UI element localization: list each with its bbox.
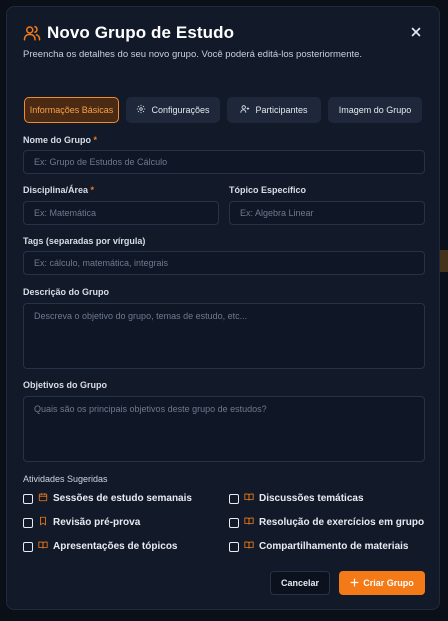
create-group-button[interactable]: Criar Grupo bbox=[339, 571, 425, 595]
cancel-button[interactable]: Cancelar bbox=[270, 571, 330, 595]
calendar-icon bbox=[38, 492, 48, 505]
activity-thematic-discussions[interactable]: Discussões temáticas bbox=[229, 492, 364, 505]
activity-group-exercises[interactable]: Resolução de exercícios em grupo bbox=[229, 516, 424, 529]
tab-bar: Informações Básicas Configurações Partic… bbox=[24, 97, 422, 123]
topic-input[interactable] bbox=[229, 201, 425, 225]
checkbox[interactable] bbox=[23, 517, 33, 528]
bookmark-icon bbox=[38, 516, 48, 529]
activity-label: Compartilhamento de materiais bbox=[259, 541, 409, 552]
activities-label: Atividades Sugeridas bbox=[23, 474, 108, 484]
activity-label: Resolução de exercícios em grupo bbox=[259, 517, 425, 528]
checkbox[interactable] bbox=[229, 517, 239, 528]
tab-participants-label: Participantes bbox=[255, 105, 308, 115]
activity-exam-review[interactable]: Revisão pré-prova bbox=[23, 516, 140, 529]
group-name-label-text: Nome do Grupo bbox=[23, 135, 91, 145]
discipline-label-text: Disciplina/Área bbox=[23, 185, 89, 195]
book-open-icon bbox=[244, 516, 254, 529]
required-mark: * bbox=[90, 185, 95, 195]
activity-label: Apresentações de tópicos bbox=[53, 541, 178, 552]
users-icon bbox=[23, 24, 41, 42]
plus-icon bbox=[350, 578, 359, 589]
activity-weekly-sessions[interactable]: Sessões de estudo semanais bbox=[23, 492, 192, 505]
book-open-icon bbox=[244, 540, 254, 553]
group-name-input[interactable] bbox=[23, 150, 425, 174]
tags-label: Tags (separadas por vírgula) bbox=[23, 236, 146, 246]
activity-label: Discussões temáticas bbox=[259, 493, 364, 504]
tab-settings[interactable]: Configurações bbox=[126, 97, 220, 123]
gear-icon bbox=[136, 104, 146, 116]
dialog-title: Novo Grupo de Estudo bbox=[47, 23, 235, 42]
description-textarea[interactable] bbox=[23, 303, 425, 369]
user-plus-icon bbox=[240, 104, 250, 116]
close-icon[interactable] bbox=[409, 25, 423, 39]
tab-basic-info[interactable]: Informações Básicas bbox=[24, 97, 119, 123]
discipline-label: Disciplina/Área * bbox=[23, 185, 94, 195]
activity-material-sharing[interactable]: Compartilhamento de materiais bbox=[229, 540, 408, 553]
title-row: Novo Grupo de Estudo bbox=[23, 23, 423, 43]
tab-group-image-label: Imagem do Grupo bbox=[338, 105, 412, 115]
objectives-textarea[interactable] bbox=[23, 396, 425, 462]
tab-participants[interactable]: Participantes bbox=[227, 97, 321, 123]
book-open-icon bbox=[38, 540, 48, 553]
tab-settings-label: Configurações bbox=[151, 105, 210, 115]
group-name-label: Nome do Grupo * bbox=[23, 135, 97, 145]
tab-group-image[interactable]: Imagem do Grupo bbox=[328, 97, 422, 123]
topic-label: Tópico Específico bbox=[229, 185, 307, 195]
dialog-header: Novo Grupo de Estudo Preencha os detalhe… bbox=[23, 23, 423, 60]
description-label: Descrição do Grupo bbox=[23, 287, 110, 297]
checkbox[interactable] bbox=[23, 541, 33, 552]
tab-basic-info-label: Informações Básicas bbox=[29, 105, 114, 115]
objectives-label: Objetivos do Grupo bbox=[23, 380, 108, 390]
required-mark: * bbox=[93, 135, 98, 145]
checkbox[interactable] bbox=[229, 541, 239, 552]
dialog-subtitle: Preencha os detalhes do seu novo grupo. … bbox=[23, 49, 363, 60]
book-open-icon bbox=[244, 492, 254, 505]
new-group-dialog: Novo Grupo de Estudo Preencha os detalhe… bbox=[6, 6, 440, 610]
activity-topic-presentations[interactable]: Apresentações de tópicos bbox=[23, 540, 177, 553]
create-group-button-label: Criar Grupo bbox=[363, 578, 414, 588]
activity-label: Revisão pré-prova bbox=[53, 517, 141, 528]
activity-label: Sessões de estudo semanais bbox=[53, 493, 192, 504]
checkbox[interactable] bbox=[23, 493, 33, 504]
tags-input[interactable] bbox=[23, 251, 425, 275]
checkbox[interactable] bbox=[229, 493, 239, 504]
cancel-button-label: Cancelar bbox=[280, 578, 320, 588]
discipline-input[interactable] bbox=[23, 201, 219, 225]
